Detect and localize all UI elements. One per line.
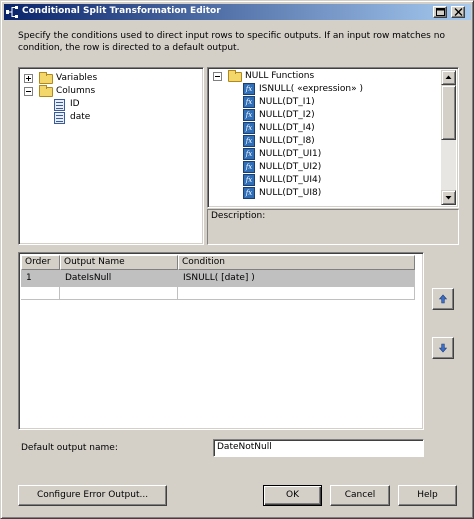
instructions-text: Specify the conditions used to direct in…: [18, 31, 445, 53]
function-label: NULL(DT_I4): [259, 123, 315, 133]
function-label: NULL(DT_UI8): [259, 188, 322, 198]
function-icon: fx: [243, 96, 255, 108]
column-icon: [54, 112, 65, 124]
function-label: NULL(DT_I2): [259, 110, 315, 120]
function-icon: fx: [243, 122, 255, 134]
arrow-down-icon: [445, 196, 452, 200]
conditional-split-icon: [6, 6, 18, 18]
column-header-condition[interactable]: Condition: [178, 255, 415, 270]
grid-cell-condition[interactable]: ISNULL( [date] ): [178, 270, 415, 287]
function-label: ISNULL( «expression» ): [259, 84, 364, 94]
default-output-label: Default output name:: [21, 443, 118, 453]
grid-cell-new-order[interactable]: [21, 287, 60, 300]
ok-button[interactable]: OK: [263, 485, 322, 506]
close-button[interactable]: [451, 6, 465, 18]
column-header-output-name[interactable]: Output Name: [60, 255, 178, 270]
function-icon: fx: [243, 135, 255, 147]
tree-item-label: ID: [70, 99, 80, 109]
function-label: NULL(DT_UI4): [259, 175, 322, 185]
function-label: NULL(DT_UI1): [259, 149, 322, 159]
arrow-down-icon: [438, 343, 448, 353]
grid-cell-new-condition[interactable]: [178, 287, 415, 300]
cancel-button[interactable]: Cancel: [330, 485, 390, 506]
column-header-order[interactable]: Order: [21, 255, 60, 270]
function-icon: fx: [243, 109, 255, 121]
folder-icon: [39, 85, 53, 97]
scroll-down-button[interactable]: [441, 190, 456, 205]
function-icon: fx: [243, 161, 255, 173]
function-icon: fx: [243, 187, 255, 199]
collapse-icon[interactable]: [24, 87, 33, 96]
move-up-button[interactable]: [432, 288, 454, 310]
function-icon: fx: [243, 148, 255, 160]
conditions-grid[interactable]: Order Output Name Condition 1 DateIsNull…: [18, 252, 424, 430]
arrow-up-icon: [438, 294, 448, 304]
column-icon: [54, 99, 65, 111]
description-label: Description:: [211, 211, 266, 221]
expand-icon[interactable]: [24, 74, 33, 83]
function-icon: fx: [243, 174, 255, 186]
description-panel: Description:: [207, 209, 459, 245]
collapse-icon[interactable]: [213, 72, 222, 81]
default-output-name-input[interactable]: DateNotNull: [213, 439, 424, 457]
help-button[interactable]: Help: [398, 485, 457, 506]
function-label: NULL(DT_I8): [259, 136, 315, 146]
maximize-icon: [436, 8, 445, 16]
functions-scrollbar[interactable]: [441, 70, 456, 205]
configure-error-output-button[interactable]: Configure Error Output...: [18, 485, 167, 506]
function-label: NULL(DT_UI2): [259, 162, 322, 172]
tree-item-label: Columns: [56, 86, 96, 96]
grid-cell-order[interactable]: 1: [21, 270, 60, 287]
grid-cell-new-output-name[interactable]: [60, 287, 178, 300]
tree-item-label: NULL Functions: [245, 71, 315, 81]
window-title: Conditional Split Transformation Editor: [22, 6, 221, 16]
close-icon: [454, 8, 463, 16]
function-icon: fx: [243, 83, 255, 95]
tree-item-label: Variables: [56, 73, 98, 83]
functions-tree[interactable]: NULL Functions fx ISNULL( «expression» )…: [207, 67, 459, 208]
grid-cell-output-name[interactable]: DateIsNull: [60, 270, 178, 287]
maximize-button[interactable]: [433, 6, 447, 18]
scroll-thumb[interactable]: [441, 85, 456, 140]
tree-item-label: date: [70, 112, 91, 122]
variables-columns-tree[interactable]: Variables Columns ID date: [18, 67, 204, 245]
conditional-split-editor-window: Conditional Split Transformation Editor …: [0, 0, 474, 519]
title-bar[interactable]: Conditional Split Transformation Editor: [4, 4, 471, 20]
folder-icon: [228, 70, 242, 82]
folder-icon: [39, 72, 53, 84]
arrow-up-icon: [445, 75, 452, 79]
function-label: NULL(DT_I1): [259, 97, 315, 107]
move-down-button[interactable]: [432, 337, 454, 359]
scroll-up-button[interactable]: [441, 70, 456, 85]
